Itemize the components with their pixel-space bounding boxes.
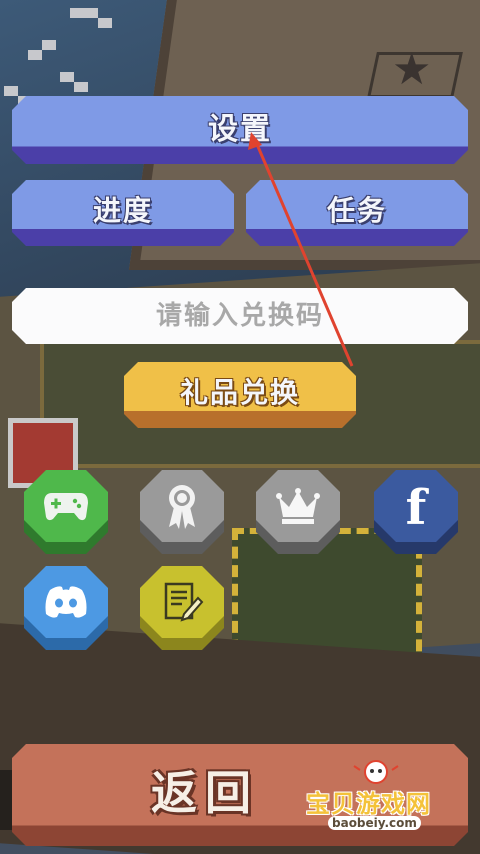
facebook-button[interactable]: f — [374, 470, 458, 554]
back-button-label: 返回 — [151, 766, 259, 820]
achievements-button[interactable] — [140, 470, 224, 554]
gamepad-icon — [44, 493, 88, 521]
back-button[interactable]: 返回 — [12, 744, 468, 846]
discord-button[interactable] — [24, 566, 108, 650]
notes-button[interactable] — [140, 566, 224, 650]
leaderboard-button[interactable] — [256, 470, 340, 554]
tasks-button[interactable]: 任务 — [246, 180, 468, 246]
award-ribbon-icon — [169, 485, 195, 529]
facebook-icon: f — [405, 480, 427, 536]
settings-button-label: 设置 — [208, 112, 272, 147]
discord-icon — [45, 586, 87, 618]
redeem-code-input[interactable] — [12, 288, 468, 344]
tasks-button-label: 任务 — [326, 194, 387, 227]
notes-edit-icon — [164, 582, 204, 622]
gift-redeem-button-label: 礼品兑换 — [179, 376, 300, 409]
star-decal-icon: ★ — [392, 44, 432, 95]
settings-button[interactable]: 设置 — [12, 96, 468, 164]
progress-button-label: 进度 — [92, 194, 153, 227]
gamepad-button[interactable] — [24, 470, 108, 554]
progress-button[interactable]: 进度 — [12, 180, 234, 246]
crown-icon — [276, 488, 320, 524]
gift-redeem-button[interactable]: 礼品兑换 — [124, 362, 356, 428]
